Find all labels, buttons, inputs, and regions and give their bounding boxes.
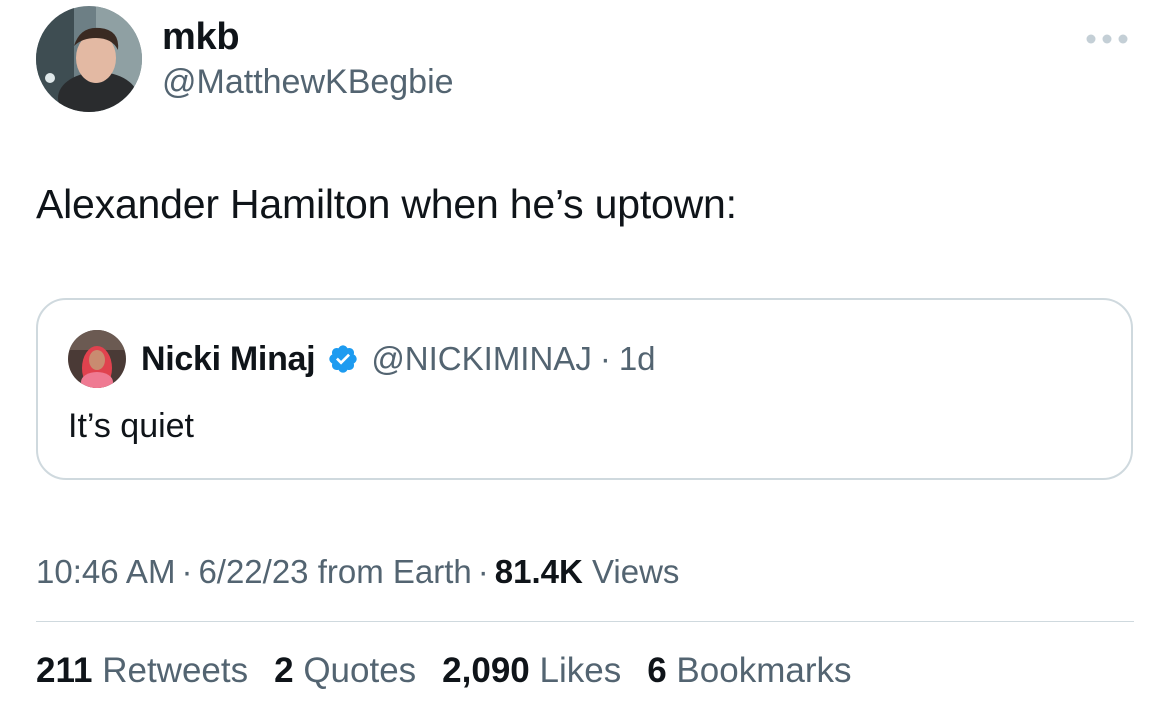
bookmarks-label: Bookmarks [676,651,852,690]
tweet-detail: mkb @MatthewKBegbie Alexander Hamilton w… [0,0,1170,717]
retweets-stat[interactable]: 211 Retweets [36,648,248,694]
tweet-time[interactable]: 10:46 AM [36,553,175,590]
meta-separator: · [181,553,193,590]
retweets-count: 211 [36,651,93,690]
quotes-stat[interactable]: 2 Quotes [274,648,416,694]
likes-stat[interactable]: 2,090 Likes [442,648,621,694]
more-horizontal-icon [1086,34,1128,44]
tweet-text: Alexander Hamilton when he’s uptown: [36,181,737,227]
likes-label: Likes [539,651,622,690]
divider [36,621,1134,622]
quoted-tweet-header: Nicki Minaj @NICKIMINAJ · 1d [141,336,656,382]
engagement-stats: 211 Retweets 2 Quotes 2,090 Likes 6 Book… [36,648,877,694]
tweet-meta: 10:46 AM · 6/22/23 from Earth · 81.4K Views [36,550,679,594]
tweet-source: from Earth [317,553,472,590]
bookmarks-count: 6 [647,651,667,690]
quotes-count: 2 [274,651,294,690]
bookmarks-stat[interactable]: 6 Bookmarks [647,648,851,694]
author-display-name[interactable]: mkb [162,14,240,60]
quoted-author-avatar[interactable] [68,330,126,388]
meta-separator: · [477,553,489,590]
likes-count: 2,090 [442,651,530,690]
quoted-author-name[interactable]: Nicki Minaj [141,340,316,379]
quoted-author-handle[interactable]: @NICKIMINAJ [371,340,592,378]
more-options-button[interactable] [1082,22,1132,56]
quoted-separator: · [599,340,611,377]
author-avatar[interactable] [36,6,142,112]
quotes-label: Quotes [303,651,417,690]
tweet-date[interactable]: 6/22/23 [198,553,308,590]
quoted-tweet-text: It’s quiet [68,407,195,445]
author-handle[interactable]: @MatthewKBegbie [162,60,454,104]
verified-badge-icon [327,343,359,375]
quoted-tweet-card[interactable]: Nicki Minaj @NICKIMINAJ · 1d It’s quiet [36,298,1133,480]
views-count: 81.4K [494,553,583,590]
retweets-label: Retweets [102,651,249,690]
views-label: Views [592,553,680,590]
quoted-timestamp[interactable]: 1d [619,340,656,378]
